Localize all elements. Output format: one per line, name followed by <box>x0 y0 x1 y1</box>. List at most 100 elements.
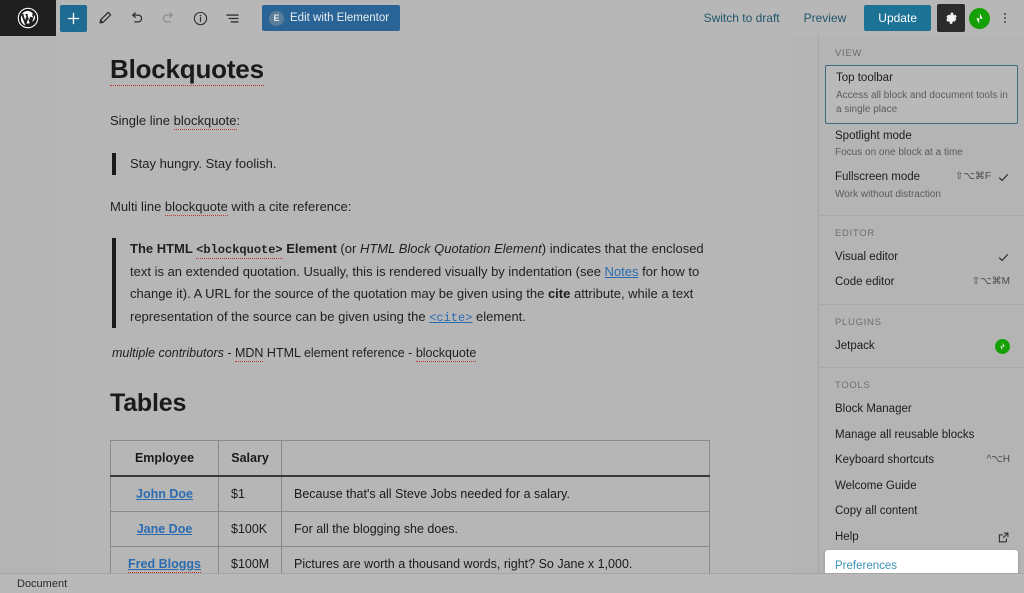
single-line-blockquote[interactable]: Stay hungry. Stay foolish. <box>112 152 720 175</box>
menu-item-top-toolbar[interactable]: Top toolbar Access all block and document… <box>825 65 1018 124</box>
employee-link[interactable]: Jane Doe <box>137 522 193 536</box>
cell-employee: Fred Bloggs <box>110 546 219 573</box>
menu-group-plugins: PLUGINS Jetpack <box>819 305 1024 369</box>
menu-item-body: Jetpack <box>835 339 989 355</box>
details-info-button[interactable] <box>185 4 215 32</box>
menu-item-label: Help <box>835 530 859 543</box>
menu-item-visual-editor[interactable]: Visual editor <box>819 245 1024 271</box>
menu-item-copy-all-content[interactable]: Copy all content <box>819 499 1024 525</box>
blockquote-citation[interactable]: multiple contributors - MDN HTML element… <box>112 346 720 363</box>
menu-item-body: Manage all reusable blocks <box>835 428 1010 444</box>
menu-item-shortcut: ⇧⌥⌘M <box>971 276 1010 288</box>
menu-item-label: Spotlight mode <box>835 129 912 142</box>
post-title-text: Blockquotes <box>110 54 264 86</box>
editor-options-menu: VIEW Top toolbar Access all block and docu… <box>818 36 1024 573</box>
preview-button[interactable]: Preview <box>792 11 859 25</box>
menu-item-body: Code editor <box>835 275 966 291</box>
cell-note: Pictures are worth a thousand words, rig… <box>281 546 710 573</box>
menu-group-label: VIEW <box>835 48 863 59</box>
menu-item-label: Fullscreen mode <box>835 171 921 184</box>
status-bar-document-label[interactable]: Document <box>0 578 67 590</box>
editor-canvas: Blockquotes Single line blockquote: Stay… <box>57 36 790 573</box>
multi-line-blockquote[interactable]: The HTML <blockquote> Element (or HTML B… <box>112 238 720 329</box>
employee-table[interactable]: Employee Salary John Doe $1 Because that… <box>110 440 710 573</box>
edit-with-elementor-button[interactable]: E Edit with Elementor <box>262 5 401 31</box>
menu-group-label: PLUGINS <box>835 316 882 328</box>
citation-source-blockquote: blockquote <box>415 346 477 363</box>
spellcheck-blockquote-word: blockquote <box>173 113 237 130</box>
menu-item-label: Code editor <box>835 276 895 289</box>
notes-link[interactable]: Notes <box>605 264 639 279</box>
menu-group-editor: EDITOR Visual editor Code editor ⇧⌥⌘M <box>819 216 1024 305</box>
undo-button[interactable] <box>121 4 151 32</box>
menu-item-block-manager[interactable]: Block Manager <box>819 397 1024 423</box>
elementor-icon: E <box>269 10 284 26</box>
table-header: Employee Salary <box>110 440 710 478</box>
menu-item-body: Welcome Guide <box>835 479 1010 495</box>
quote-code-blockquote: <blockquote> <box>196 243 283 260</box>
update-button[interactable]: Update <box>864 5 931 31</box>
quote-seg-2: Element <box>282 241 337 257</box>
check-icon <box>997 170 1010 184</box>
column-header-employee: Employee <box>110 440 219 478</box>
jetpack-icon[interactable] <box>969 7 990 29</box>
menu-item-label: Visual editor <box>835 250 899 263</box>
menu-item-keyboard-shortcuts[interactable]: Keyboard shortcuts ^⌥H <box>819 448 1024 474</box>
spellcheck-blockquote-word-2: blockquote <box>164 198 228 216</box>
menu-item-label: Welcome Guide <box>835 479 917 492</box>
add-block-button[interactable] <box>60 4 87 32</box>
cite-element-link[interactable]: <cite> <box>429 311 472 325</box>
menu-item-shortcut: ⇧⌥⌘F <box>954 171 991 183</box>
menu-item-body: Keyboard shortcuts <box>835 453 981 469</box>
table-body: John Doe $1 Because that's all Steve Job… <box>110 475 710 573</box>
single-line-intro[interactable]: Single line blockquote: <box>110 111 720 131</box>
table-row[interactable]: John Doe $1 Because that's all Steve Job… <box>110 475 710 513</box>
menu-group-tools: TOOLS Block Manager Manage all reusable bl… <box>819 368 1024 573</box>
tables-heading[interactable]: Tables <box>110 389 720 418</box>
multi-quote-text: The HTML <blockquote> Element (or HTML B… <box>130 238 720 328</box>
table-header-row: Employee Salary <box>110 440 710 478</box>
list-view-button[interactable] <box>217 4 247 32</box>
jetpack-icon <box>995 338 1010 354</box>
switch-to-draft-button[interactable]: Switch to draft <box>692 11 792 25</box>
cell-salary: $100M <box>218 546 282 573</box>
kebab-menu-icon[interactable] <box>992 4 1018 32</box>
menu-item-label: Preferences <box>835 560 898 573</box>
elementor-button-label: Edit with Elementor <box>290 12 390 24</box>
menu-item-manage-all-reusable-blocks[interactable]: Manage all reusable blocks <box>819 423 1024 449</box>
table-row[interactable]: Fred Bloggs $100M Pictures are worth a t… <box>110 546 710 573</box>
menu-item-body: Top toolbar Access all block and document… <box>836 71 1009 117</box>
quote-seg-1: The HTML <box>130 241 197 257</box>
cell-salary: $1 <box>218 475 282 513</box>
cell-salary: $100K <box>218 511 282 548</box>
settings-gear-button[interactable] <box>937 4 965 32</box>
pencil-tool-button[interactable] <box>89 4 119 32</box>
wordpress-logo[interactable] <box>0 0 56 36</box>
menu-item-preferences[interactable]: Preferences <box>825 550 1018 573</box>
page-title[interactable]: Blockquotes <box>110 54 264 86</box>
menu-group-label: TOOLS <box>835 380 871 392</box>
multi-line-intro[interactable]: Multi line blockquote with a cite refere… <box>110 197 720 217</box>
menu-item-jetpack[interactable]: Jetpack <box>819 334 1024 360</box>
menu-item-welcome-guide[interactable]: Welcome Guide <box>819 474 1024 500</box>
menu-item-code-editor[interactable]: Code editor ⇧⌥⌘M <box>819 270 1024 296</box>
menu-item-body: Copy all content <box>835 504 1010 520</box>
column-header-note <box>281 440 710 478</box>
menu-item-shortcut: ^⌥H <box>986 454 1010 466</box>
cell-employee: John Doe <box>110 475 219 513</box>
menu-item-description: Focus on one block at a time <box>835 147 963 159</box>
menu-item-label: Top toolbar <box>836 72 893 84</box>
employee-link[interactable]: Fred Bloggs <box>128 557 201 573</box>
external-link-icon <box>997 530 1010 544</box>
citation-source-mdn: MDN <box>234 346 264 363</box>
menu-item-label: Block Manager <box>835 403 912 416</box>
redo-button[interactable] <box>153 4 183 32</box>
menu-item-help[interactable]: Help <box>819 525 1024 551</box>
menu-item-fullscreen-mode[interactable]: Fullscreen mode Work without distraction ⇧… <box>819 165 1024 207</box>
menu-item-description: Work without distraction <box>835 188 941 200</box>
menu-item-spotlight-mode[interactable]: Spotlight mode Focus on one block at a ti… <box>819 124 1024 166</box>
editor-toolbar: E Edit with Elementor Switch to draft Pr… <box>0 0 1024 36</box>
employee-link[interactable]: John Doe <box>136 487 193 501</box>
table-row[interactable]: Jane Doe $100K For all the blogging she … <box>110 511 710 548</box>
menu-item-body: Block Manager <box>835 402 1010 418</box>
